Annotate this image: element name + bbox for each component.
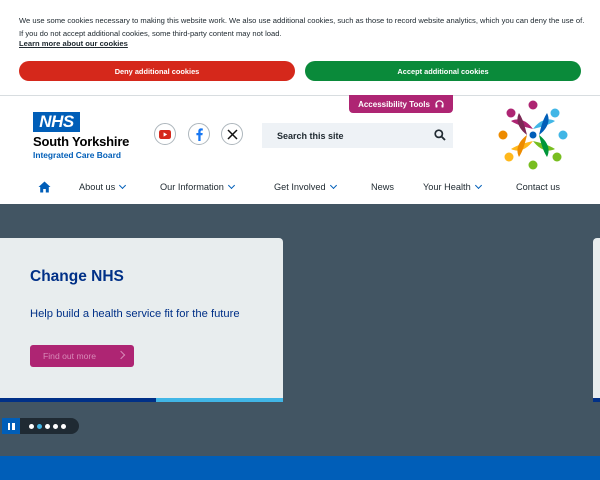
- find-out-more-button[interactable]: Find out more: [30, 345, 134, 367]
- x-link[interactable]: [221, 123, 243, 145]
- hero-card-title: Change NHS: [30, 268, 124, 285]
- main-nav: About us Our Information Get Involved Ne…: [0, 173, 600, 204]
- chevron-down-icon: [227, 181, 235, 189]
- hero-card: Change NHS Help build a health service f…: [0, 238, 283, 402]
- facebook-link[interactable]: [188, 123, 210, 145]
- pause-button[interactable]: [2, 418, 20, 434]
- accept-cookies-button[interactable]: Accept additional cookies: [305, 61, 581, 81]
- carousel-dot-2[interactable]: [37, 423, 42, 429]
- org-name: South Yorkshire: [33, 134, 130, 149]
- icb-brand-mark: [498, 100, 568, 170]
- facebook-icon: [195, 127, 203, 141]
- nav-get-involved[interactable]: Get Involved: [274, 173, 337, 200]
- nav-contact-us[interactable]: Contact us: [516, 173, 560, 200]
- nav-label: Get Involved: [274, 181, 326, 192]
- nav-news[interactable]: News: [371, 173, 394, 200]
- chevron-down-icon: [119, 181, 127, 189]
- nav-home[interactable]: [38, 173, 51, 200]
- nav-label: News: [371, 181, 394, 192]
- nhs-logo[interactable]: NHS: [33, 112, 80, 132]
- nav-label: Your Health: [423, 181, 471, 192]
- carousel-dot-3[interactable]: [45, 423, 50, 429]
- carousel-dot-4[interactable]: [53, 423, 58, 429]
- next-slide-accent-bar: [593, 398, 600, 402]
- carousel-dot-5[interactable]: [61, 423, 66, 429]
- nav-your-health[interactable]: Your Health: [423, 173, 482, 200]
- accessibility-tools-button[interactable]: Accessibility Tools: [349, 95, 453, 113]
- hero-carousel: Change NHS Help build a health service f…: [0, 204, 600, 456]
- next-slide-card[interactable]: [593, 238, 600, 402]
- carousel-dots: [20, 418, 79, 434]
- nav-about-us[interactable]: About us: [79, 173, 127, 200]
- cookie-banner: We use some cookies necessary to making …: [0, 0, 600, 96]
- nav-our-information[interactable]: Our Information: [160, 173, 235, 200]
- chevron-down-icon: [474, 181, 482, 189]
- cookie-text: We use some cookies necessary to making …: [19, 16, 585, 38]
- carousel-dot-1[interactable]: [29, 423, 34, 429]
- search-icon[interactable]: [434, 129, 446, 141]
- chevron-right-icon: [116, 350, 126, 360]
- accessibility-tools-label: Accessibility Tools: [358, 99, 430, 109]
- pause-icon-bar: [12, 422, 15, 430]
- card-accent-bar-light: [156, 398, 283, 402]
- chevron-down-icon: [329, 181, 337, 189]
- search-input[interactable]: Search this site: [262, 123, 453, 148]
- pause-icon: [7, 422, 10, 430]
- hero-card-subtitle: Help build a health service fit for the …: [30, 308, 240, 320]
- youtube-link[interactable]: [154, 123, 176, 145]
- nav-label: Our Information: [160, 181, 224, 192]
- youtube-icon: [159, 129, 171, 139]
- deny-cookies-button[interactable]: Deny additional cookies: [19, 61, 295, 81]
- learn-more-cookies-link[interactable]: Learn more about our cookies: [19, 39, 128, 48]
- nav-label: Contact us: [516, 181, 560, 192]
- card-accent-bar: [0, 398, 156, 402]
- nav-label: About us: [79, 181, 116, 192]
- home-icon: [38, 181, 51, 192]
- section-band: [0, 456, 600, 480]
- headphones-icon: [435, 100, 444, 108]
- find-out-more-label: Find out more: [43, 351, 97, 361]
- x-icon: [226, 128, 238, 140]
- search-placeholder: Search this site: [277, 130, 344, 141]
- org-subtitle: Integrated Care Board: [33, 150, 121, 160]
